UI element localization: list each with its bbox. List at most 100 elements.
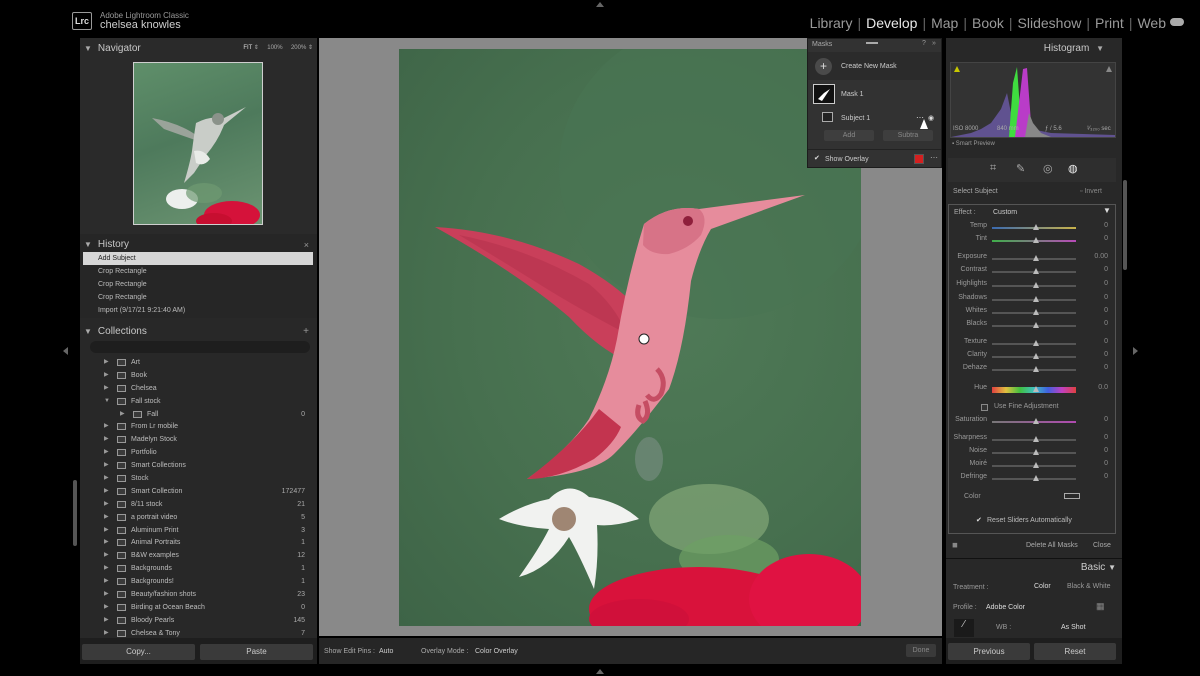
- wb-eyedropper-icon[interactable]: ⁄: [954, 619, 974, 637]
- zoom-fit[interactable]: FIT: [243, 45, 252, 51]
- slider-thumb[interactable]: [1033, 436, 1039, 442]
- slider-thumb[interactable]: [1033, 475, 1039, 481]
- collections-header[interactable]: ▼ Collections +: [84, 323, 313, 341]
- slider-contrast[interactable]: Contrast 0: [946, 266, 1116, 278]
- reset-button[interactable]: Reset: [1034, 643, 1116, 660]
- slider-value[interactable]: 0: [1104, 434, 1108, 441]
- mask1-label[interactable]: Mask 1: [841, 91, 864, 98]
- subject1-label[interactable]: Subject 1: [841, 115, 870, 122]
- crop-tool-icon[interactable]: ⌗: [990, 162, 996, 175]
- slider-noise[interactable]: Noise 0: [946, 447, 1116, 459]
- mask-tools-icon[interactable]: ◼: [952, 541, 958, 549]
- module-slideshow[interactable]: Slideshow: [1018, 15, 1082, 31]
- slider-thumb[interactable]: [1033, 386, 1039, 392]
- collection-row[interactable]: ▶ Backgrounds 1: [80, 562, 317, 575]
- slider-thumb[interactable]: [1033, 237, 1039, 243]
- slider-tint[interactable]: Tint 0: [946, 235, 1116, 247]
- copy-button[interactable]: Copy...: [82, 644, 195, 660]
- highlight-clipping-icon[interactable]: [1106, 66, 1112, 72]
- close-masks-button[interactable]: Close: [1093, 542, 1111, 549]
- mask-subtract-button[interactable]: Subtra: [883, 130, 933, 141]
- collapse-panel-icon[interactable]: »: [932, 40, 936, 47]
- invert-checkbox[interactable]: ▫ Invert: [1080, 188, 1102, 195]
- delete-all-masks-button[interactable]: Delete All Masks: [1026, 542, 1078, 549]
- collection-row[interactable]: ▼ Fall stock: [80, 395, 317, 408]
- collections-search-input[interactable]: [90, 341, 310, 353]
- slider-thumb[interactable]: [1033, 418, 1039, 424]
- histogram[interactable]: ISO 8000 840 mm ƒ / 5.6 ¹⁄₃₂₀₀ sec: [950, 62, 1116, 138]
- left-panel-toggle-icon[interactable]: [63, 347, 68, 355]
- slider-value[interactable]: 0.00: [1094, 253, 1108, 260]
- slider-hue[interactable]: Hue 0.0: [946, 384, 1116, 396]
- collection-row[interactable]: ▶ Aluminum Print 3: [80, 524, 317, 537]
- masking-tool-icon[interactable]: ◍: [1068, 162, 1078, 175]
- slider-value[interactable]: 0: [1104, 307, 1108, 314]
- slider-value[interactable]: 0: [1104, 338, 1108, 345]
- collection-row[interactable]: ▶ B&W examples 12: [80, 549, 317, 562]
- effect-collapse-icon[interactable]: ▼: [1103, 206, 1111, 215]
- slider-thumb[interactable]: [1033, 462, 1039, 468]
- help-icon[interactable]: ?: [922, 40, 926, 47]
- overlay-mode-select[interactable]: Color Overlay: [475, 648, 518, 655]
- collection-row[interactable]: ▶ Backgrounds! 1: [80, 575, 317, 588]
- wb-select[interactable]: As Shot: [1061, 624, 1086, 631]
- previous-button[interactable]: Previous: [948, 643, 1030, 660]
- module-map[interactable]: Map: [931, 15, 958, 31]
- module-library[interactable]: Library: [810, 15, 853, 31]
- visibility-eye-icon[interactable]: ◉: [928, 114, 934, 122]
- slider-saturation[interactable]: Saturation 0: [946, 416, 1116, 428]
- filmstrip-toggle-icon[interactable]: [596, 669, 604, 674]
- slider-thumb[interactable]: [1033, 322, 1039, 328]
- slider-thumb[interactable]: [1033, 268, 1039, 274]
- slider-thumb[interactable]: [1033, 296, 1039, 302]
- create-mask-plus-icon[interactable]: +: [815, 58, 832, 75]
- profile-select[interactable]: Adobe Color: [986, 604, 1025, 611]
- collection-row[interactable]: ▶ Portfolio: [80, 446, 317, 459]
- shadow-clipping-icon[interactable]: [954, 66, 960, 72]
- healing-tool-icon[interactable]: ✎: [1016, 162, 1025, 175]
- treatment-bw[interactable]: Black & White: [1067, 583, 1111, 590]
- slider-blacks[interactable]: Blacks 0: [946, 320, 1116, 332]
- collection-row[interactable]: ▶ Art: [80, 356, 317, 369]
- history-item[interactable]: Add Subject: [83, 252, 313, 265]
- right-scrollbar[interactable]: [1123, 180, 1127, 270]
- slider-value[interactable]: 0: [1104, 235, 1108, 242]
- history-item[interactable]: Crop Rectangle: [83, 278, 313, 291]
- collection-row[interactable]: ▶ Beauty/fashion shots 23: [80, 588, 317, 601]
- collection-row[interactable]: ▶ 8/11 stock 21: [80, 498, 317, 511]
- add-collection-icon[interactable]: +: [303, 323, 309, 341]
- edit-pins-select[interactable]: Auto: [379, 648, 393, 655]
- slider-value[interactable]: 0: [1104, 447, 1108, 454]
- collection-row[interactable]: ▶ Animal Portraits 1: [80, 536, 317, 549]
- slider-thumb[interactable]: [1033, 309, 1039, 315]
- slider-value[interactable]: 0: [1104, 473, 1108, 480]
- mask1-thumbnail[interactable]: [813, 84, 835, 104]
- collection-row[interactable]: ▶ Birding at Ocean Beach 0: [80, 601, 317, 614]
- navigator-preview[interactable]: [133, 62, 263, 225]
- slider-value[interactable]: 0: [1104, 266, 1108, 273]
- collection-row[interactable]: ▶ a portrait video 5: [80, 511, 317, 524]
- collection-row[interactable]: ▶ Smart Collection 172477: [80, 485, 317, 498]
- reset-sliders-checkbox[interactable]: ✔: [976, 516, 982, 524]
- slider-highlights[interactable]: Highlights 0: [946, 280, 1116, 292]
- fine-adjust-checkbox[interactable]: [981, 404, 988, 411]
- slider-value[interactable]: 0: [1104, 460, 1108, 467]
- zoom-200[interactable]: 200%: [291, 45, 306, 51]
- module-print[interactable]: Print: [1095, 15, 1124, 31]
- slider-sharpness[interactable]: Sharpness 0: [946, 434, 1116, 446]
- effect-preset-select[interactable]: Custom: [993, 209, 1017, 216]
- slider-defringe[interactable]: Defringe 0: [946, 473, 1116, 485]
- treatment-color[interactable]: Color: [1034, 583, 1051, 590]
- slider-value[interactable]: 0: [1104, 320, 1108, 327]
- slider-thumb[interactable]: [1033, 224, 1039, 230]
- panel-grip-icon[interactable]: [866, 42, 878, 44]
- slider-value[interactable]: 0: [1104, 222, 1108, 229]
- overlay-options-icon[interactable]: ⋯: [930, 153, 938, 162]
- paste-button[interactable]: Paste: [200, 644, 313, 660]
- cloud-icon[interactable]: [1170, 18, 1184, 26]
- right-panel-toggle-icon[interactable]: [1133, 347, 1138, 355]
- slider-exposure[interactable]: Exposure 0.00: [946, 253, 1116, 265]
- slider-value[interactable]: 0: [1104, 416, 1108, 423]
- top-panel-toggle-icon[interactable]: [596, 2, 604, 7]
- mask-pin-icon[interactable]: [638, 333, 650, 345]
